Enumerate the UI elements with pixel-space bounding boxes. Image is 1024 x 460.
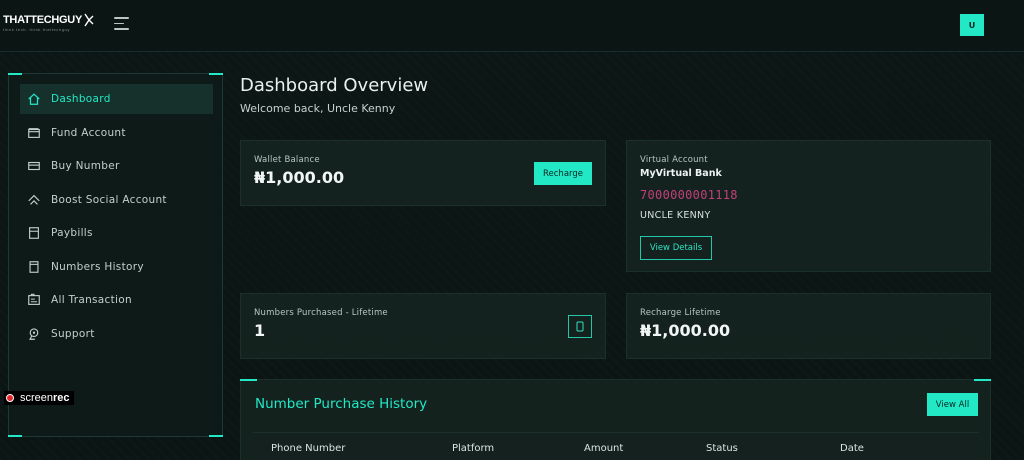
brand-name: THATTECHGUY <box>3 14 82 26</box>
screenrec-label: screen <box>20 392 54 404</box>
history-table-header: Phone Number Platform Amount Status Date <box>253 432 979 460</box>
view-details-button[interactable]: View Details <box>640 236 712 260</box>
sidebar-item-all-transaction[interactable]: All Transaction <box>20 285 213 315</box>
phone-icon <box>568 315 592 338</box>
column-header-amount[interactable]: Amount <box>584 443 623 454</box>
screenrec-label-bold: rec <box>53 392 70 404</box>
menu-toggle-icon[interactable] <box>114 17 129 31</box>
wallet-balance-value: ₦1,000.00 <box>254 168 345 187</box>
top-bar: THATTECHGUY think tech. think thattechgu… <box>0 0 1024 52</box>
wallet-icon <box>28 127 40 138</box>
sidebar-item-label: Buy Number <box>51 160 120 172</box>
record-dot-icon <box>6 394 14 402</box>
brand-tagline: think tech. think thattechguy <box>3 27 70 32</box>
column-header-platform[interactable]: Platform <box>452 443 494 454</box>
sidebar-nav: Dashboard Fund Account Buy Number Boost … <box>20 84 213 352</box>
sidebar-item-label: Dashboard <box>51 93 111 105</box>
numbers-purchased-value: 1 <box>254 321 266 340</box>
card-icon <box>28 161 40 171</box>
sidebar-item-dashboard[interactable]: Dashboard <box>20 84 213 114</box>
bank-name: MyVirtual Bank <box>640 168 722 179</box>
home-icon <box>28 93 40 105</box>
avatar[interactable]: U <box>960 14 984 36</box>
welcome-message: Welcome back, Uncle Kenny <box>240 102 396 115</box>
sidebar-item-label: Paybills <box>51 227 93 239</box>
recharge-lifetime-card: Recharge Lifetime ₦1,000.00 <box>626 293 991 359</box>
recharge-lifetime-value: ₦1,000.00 <box>640 321 731 340</box>
sidebar-item-boost-social-account[interactable]: Boost Social Account <box>20 185 213 215</box>
column-header-date[interactable]: Date <box>840 443 864 454</box>
sidebar: Dashboard Fund Account Buy Number Boost … <box>8 73 223 437</box>
account-name: UNCLE KENNY <box>640 210 711 221</box>
sidebar-item-fund-account[interactable]: Fund Account <box>20 118 213 148</box>
sidebar-item-support[interactable]: Support <box>20 319 213 349</box>
sidebar-item-label: Support <box>51 327 95 340</box>
id-card-icon <box>28 293 40 305</box>
chevron-up-double-icon <box>28 194 40 205</box>
virtual-account-card: Virtual Account MyVirtual Bank 700000000… <box>626 140 991 272</box>
brand-logo[interactable]: THATTECHGUY think tech. think thattechgu… <box>3 13 94 32</box>
column-header-status[interactable]: Status <box>706 443 738 454</box>
sidebar-item-label: Numbers History <box>51 260 144 273</box>
sidebar-item-paybills[interactable]: Paybills <box>20 218 213 248</box>
document-icon <box>29 260 39 273</box>
recharge-lifetime-label: Recharge Lifetime <box>640 308 721 318</box>
screenrec-watermark: screen rec <box>4 391 74 405</box>
sidebar-item-buy-number[interactable]: Buy Number <box>20 151 213 181</box>
sidebar-item-label: Fund Account <box>51 126 126 139</box>
sidebar-item-label: Boost Social Account <box>51 193 167 206</box>
sidebar-item-label: All Transaction <box>51 294 132 306</box>
sidebar-item-numbers-history[interactable]: Numbers History <box>20 252 213 282</box>
support-icon <box>29 327 39 340</box>
view-all-button[interactable]: View All <box>927 393 978 416</box>
account-number[interactable]: 7000000001118 <box>640 188 738 202</box>
receipt-icon <box>29 227 39 239</box>
numbers-purchased-card: Numbers Purchased - Lifetime 1 <box>240 293 606 359</box>
numbers-purchased-label: Numbers Purchased - Lifetime <box>254 308 388 318</box>
number-purchase-history-panel: Number Purchase History View All Phone N… <box>240 379 991 460</box>
page-title: Dashboard Overview <box>240 75 429 96</box>
recharge-button[interactable]: Recharge <box>534 162 592 185</box>
wallet-balance-label: Wallet Balance <box>254 155 320 165</box>
virtual-account-label: Virtual Account <box>640 155 708 165</box>
logo-mark-icon <box>84 13 94 27</box>
column-header-phone-number[interactable]: Phone Number <box>271 443 345 454</box>
wallet-balance-card: Wallet Balance ₦1,000.00 Recharge <box>240 140 606 206</box>
history-title: Number Purchase History <box>255 396 428 412</box>
